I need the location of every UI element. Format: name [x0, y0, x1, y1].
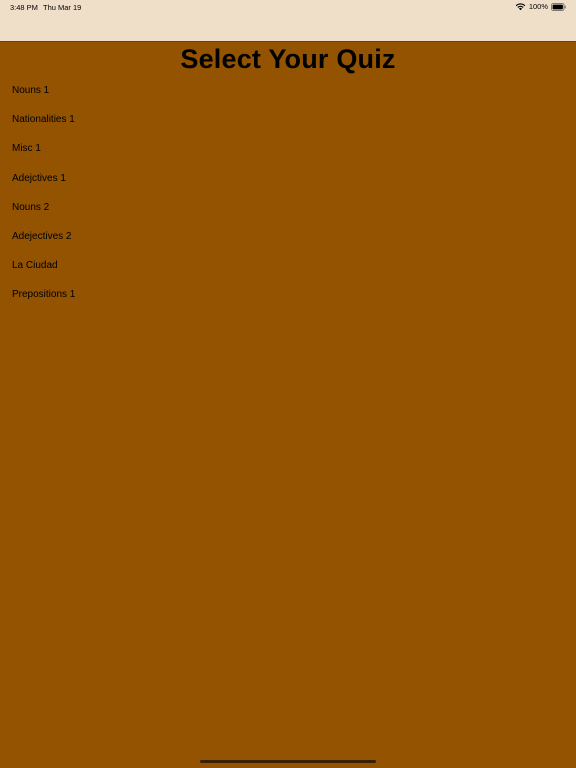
quiz-item-la-ciudad[interactable]: La Ciudad	[0, 251, 576, 280]
quiz-selection-screen: 3:48 PM Thu Mar 19 100% Select Your Quiz…	[0, 0, 576, 768]
quiz-item-nationalities-1[interactable]: Nationalities 1	[0, 105, 576, 134]
battery-icon	[551, 2, 566, 11]
page-title: Select Your Quiz	[180, 44, 396, 74]
home-indicator[interactable]	[200, 760, 376, 763]
quiz-item-prepositions-1[interactable]: Prepositions 1	[0, 280, 576, 309]
quiz-item-adjectives-1[interactable]: Adejctives 1	[0, 164, 576, 193]
status-bar: 3:48 PM Thu Mar 19 100%	[0, 0, 576, 42]
quiz-list: Nouns 1 Nationalities 1 Misc 1 Adejctive…	[0, 76, 576, 310]
status-indicators: 100%	[515, 2, 566, 11]
quiz-item-nouns-1[interactable]: Nouns 1	[0, 76, 576, 105]
battery-percentage: 100%	[528, 2, 548, 11]
status-date: Thu Mar 19	[43, 3, 82, 12]
quiz-item-nouns-2[interactable]: Nouns 2	[0, 193, 576, 222]
quiz-item-misc-1[interactable]: Misc 1	[0, 134, 576, 163]
status-time: 3:48 PM	[10, 3, 38, 12]
quiz-item-adjectives-2[interactable]: Adejectives 2	[0, 222, 576, 251]
wifi-icon	[515, 3, 526, 11]
